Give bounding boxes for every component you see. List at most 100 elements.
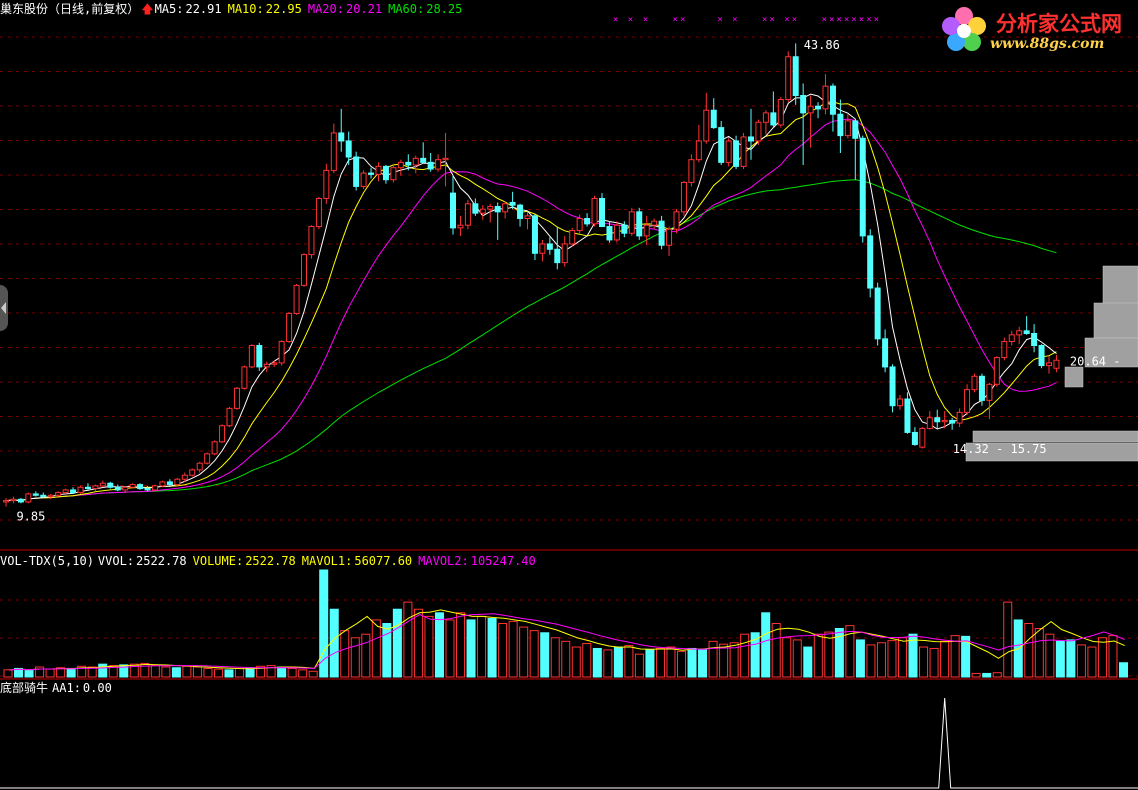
- volume-bar: [708, 640, 718, 678]
- candle-body: [1053, 359, 1060, 369]
- candle-body: [472, 203, 479, 214]
- candle-body: [606, 226, 613, 241]
- candle: [986, 382, 993, 420]
- volume-bar: [645, 649, 655, 678]
- candle-body: [800, 95, 807, 114]
- candle-body: [196, 462, 203, 471]
- aa1-line: [0, 697, 1138, 789]
- candle-body: [725, 140, 732, 163]
- volume-profile-bar: [1093, 302, 1138, 339]
- volume-bar: [277, 666, 287, 678]
- candle: [99, 480, 106, 488]
- candle: [1001, 337, 1008, 361]
- candle-body: [494, 205, 501, 213]
- signal-marker: ×: [874, 15, 879, 25]
- candle: [889, 364, 896, 413]
- aa1-value: 0.00: [82, 681, 112, 695]
- mavol2-label: MAVOL2:: [418, 554, 469, 568]
- candle-body: [233, 387, 240, 409]
- candle: [435, 154, 442, 172]
- main-header: 巢东股份（日线,前复权） 🡅MA5: 22.91 MA10: 22.95 MA20: 20.…: [0, 2, 468, 16]
- volume-profile-bar: [972, 430, 1138, 443]
- candle-body: [524, 215, 531, 220]
- candle-body: [688, 159, 695, 183]
- volume-bar: [371, 619, 381, 678]
- candle-body: [174, 478, 181, 486]
- candle-body: [636, 211, 643, 237]
- candle-body: [509, 201, 516, 206]
- candle: [159, 480, 166, 488]
- volume-profile-bar: [1102, 265, 1138, 305]
- volume-bar: [940, 640, 950, 678]
- signal-marker: ×: [859, 15, 864, 25]
- candle: [971, 373, 978, 393]
- candle-body: [584, 218, 591, 225]
- candle: [800, 83, 807, 166]
- candle: [897, 394, 903, 410]
- volume-bar: [445, 619, 455, 678]
- volume-bar: [824, 631, 834, 678]
- signal-marker: ×: [732, 15, 737, 25]
- mavol1-value: 56077.60: [354, 554, 413, 568]
- candle-body: [591, 197, 598, 225]
- indicator-name: 底部骑牛: [0, 681, 49, 695]
- candle-body: [427, 161, 434, 170]
- side-expand-tab[interactable]: [0, 285, 8, 331]
- volume-bar: [45, 668, 55, 678]
- volume-bar: [1097, 637, 1107, 678]
- volume-bar: [929, 647, 939, 678]
- signal-marker: ×: [851, 15, 856, 25]
- candle: [442, 132, 449, 187]
- candle-body: [837, 113, 844, 137]
- candle: [412, 155, 419, 174]
- volume-bar: [519, 626, 529, 678]
- candle-body: [673, 211, 680, 230]
- candle-body: [1031, 332, 1038, 347]
- candle-body: [1046, 362, 1052, 367]
- vol-indicator-name: VOL-TDX(5,10): [0, 554, 94, 568]
- site-logo[interactable]: 分析家公式网 www.88gs.com: [938, 4, 1134, 56]
- candle: [569, 227, 576, 247]
- candle: [233, 386, 240, 410]
- volume-profile-bar: [1064, 366, 1084, 388]
- candle-body: [47, 494, 54, 498]
- indicator-header: 底部骑牛 AA1: 0.00: [0, 681, 118, 695]
- candle-body: [32, 493, 39, 496]
- candle-body: [748, 136, 754, 142]
- stock-chart-canvas[interactable]: 9.8543.8614.32 - 15.7520.64 -× × × × × × × × × × ×…: [0, 0, 1138, 790]
- candle-body: [949, 419, 956, 424]
- volume-bar: [340, 630, 350, 678]
- candle: [47, 493, 54, 500]
- candle: [524, 211, 531, 230]
- candle-body: [17, 498, 24, 503]
- candle-body: [1023, 330, 1030, 334]
- candle: [531, 214, 538, 260]
- candle: [770, 91, 777, 128]
- candle: [718, 120, 725, 166]
- logo-url: www.88gs.com: [990, 36, 1105, 52]
- candle-body: [293, 284, 300, 314]
- candle: [1031, 324, 1038, 353]
- candle-body: [62, 489, 69, 494]
- candle: [703, 92, 710, 144]
- ma5-label: MA5:: [154, 2, 184, 16]
- candle: [956, 408, 963, 428]
- volume-bar: [3, 669, 13, 678]
- candle-body: [487, 205, 494, 210]
- signal-marker: ×: [673, 15, 678, 25]
- candle: [561, 235, 568, 267]
- candle: [829, 83, 836, 132]
- candle: [666, 226, 673, 256]
- volume-bar: [403, 601, 413, 678]
- candle-body: [330, 132, 337, 171]
- indicator-plot: [0, 697, 1138, 789]
- volume-bar: [498, 623, 508, 678]
- candle-body: [643, 224, 650, 237]
- candle-body: [382, 165, 389, 181]
- candle: [1016, 326, 1023, 345]
- candle: [487, 203, 494, 223]
- volume-bar: [603, 649, 613, 678]
- volume-bar: [24, 670, 34, 678]
- volume-bar: [571, 646, 581, 678]
- candle: [286, 312, 293, 343]
